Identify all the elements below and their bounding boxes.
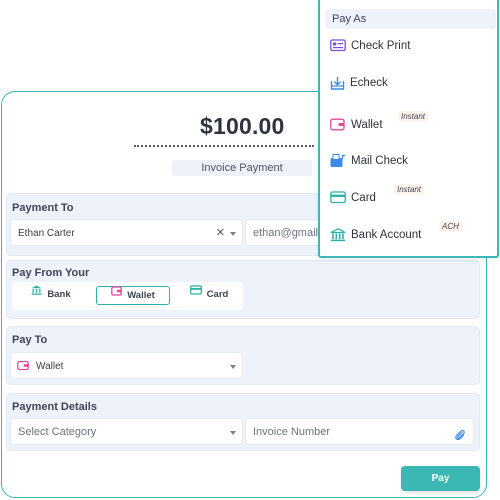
- invoice-number-placeholder: Invoice Number: [253, 426, 331, 438]
- pay-as-item-label: Check Print: [351, 40, 411, 52]
- pay-as-item-mail-check[interactable]: Mail Check: [330, 153, 495, 171]
- card-icon: [189, 284, 202, 302]
- pay-as-item-card[interactable]: Card Instant: [330, 184, 495, 209]
- mail-check-icon: [330, 154, 346, 173]
- instant-badge: Instant: [394, 184, 425, 195]
- bank-icon: [31, 284, 42, 302]
- pay-to-value: Wallet: [36, 361, 64, 372]
- category-select[interactable]: Select Category: [10, 418, 243, 445]
- pay-to-select[interactable]: Wallet: [10, 352, 243, 379]
- chevron-down-icon: [230, 431, 236, 435]
- recipient-select[interactable]: Ethan Carter ✕: [10, 219, 243, 246]
- chevron-down-icon: [230, 365, 236, 369]
- pay-as-item-check-print[interactable]: Check Print: [330, 38, 495, 56]
- pay-as-item-label: Card: [351, 192, 376, 204]
- payment-details-label: Payment Details: [12, 401, 97, 413]
- payment-details-section: Payment Details Select Category Invoice …: [6, 393, 480, 451]
- email-value: ethan@gmail.c: [253, 227, 325, 239]
- pay-as-menu: Pay As Check Print Echeck Wallet Instant…: [318, 0, 499, 258]
- pay-as-item-label: Wallet: [351, 119, 383, 131]
- pay-from-wallet-label: Wallet: [127, 290, 155, 301]
- pay-from-card-label: Card: [206, 289, 229, 300]
- pay-from-bank-option[interactable]: Bank: [20, 284, 82, 305]
- paperclip-icon[interactable]: [455, 426, 466, 453]
- chevron-down-icon: [230, 232, 236, 236]
- pay-as-item-bank-account[interactable]: Bank Account ACH: [330, 221, 495, 247]
- pay-as-item-label: Echeck: [350, 77, 388, 89]
- email-field[interactable]: ethan@gmail.c: [245, 219, 325, 246]
- pay-from-label: Pay From Your: [12, 267, 90, 279]
- card-icon: [330, 191, 346, 209]
- payment-to-label: Payment To: [12, 202, 74, 214]
- pay-as-item-echeck[interactable]: Echeck: [330, 75, 495, 93]
- pay-as-item-wallet[interactable]: Wallet Instant: [330, 111, 495, 136]
- echeck-icon: [330, 76, 345, 96]
- pay-from-bank-label: Bank: [47, 289, 71, 300]
- pay-as-item-label: Bank Account: [351, 229, 422, 241]
- invoice-number-input[interactable]: Invoice Number: [245, 418, 474, 445]
- pay-as-item-label: Mail Check: [351, 155, 408, 167]
- pay-as-header: Pay As: [325, 9, 496, 29]
- invoice-amount: $100.00: [200, 113, 285, 139]
- category-placeholder: Select Category: [18, 426, 97, 438]
- bank-icon: [330, 228, 346, 247]
- pay-to-section: Pay To Wallet: [6, 326, 480, 385]
- pay-from-options: Bank Wallet Card: [12, 282, 243, 310]
- wallet-icon: [330, 118, 345, 136]
- pay-from-section: Pay From Your Bank Wallet Card: [6, 260, 480, 319]
- clear-icon[interactable]: ✕: [216, 220, 225, 247]
- pay-to-label: Pay To: [12, 334, 48, 346]
- wallet-icon: [111, 285, 123, 303]
- wallet-icon: [17, 355, 29, 382]
- pay-from-card-option[interactable]: Card: [180, 284, 238, 305]
- ach-badge: ACH: [439, 221, 462, 232]
- instant-badge: Instant: [398, 111, 429, 122]
- amount-divider: [134, 145, 314, 147]
- pay-from-wallet-option[interactable]: Wallet: [96, 286, 170, 305]
- pay-button[interactable]: Pay: [401, 466, 480, 491]
- check-print-icon: [330, 39, 346, 57]
- invoice-type-label: Invoice Payment: [172, 160, 312, 176]
- recipient-value: Ethan Carter: [18, 228, 75, 239]
